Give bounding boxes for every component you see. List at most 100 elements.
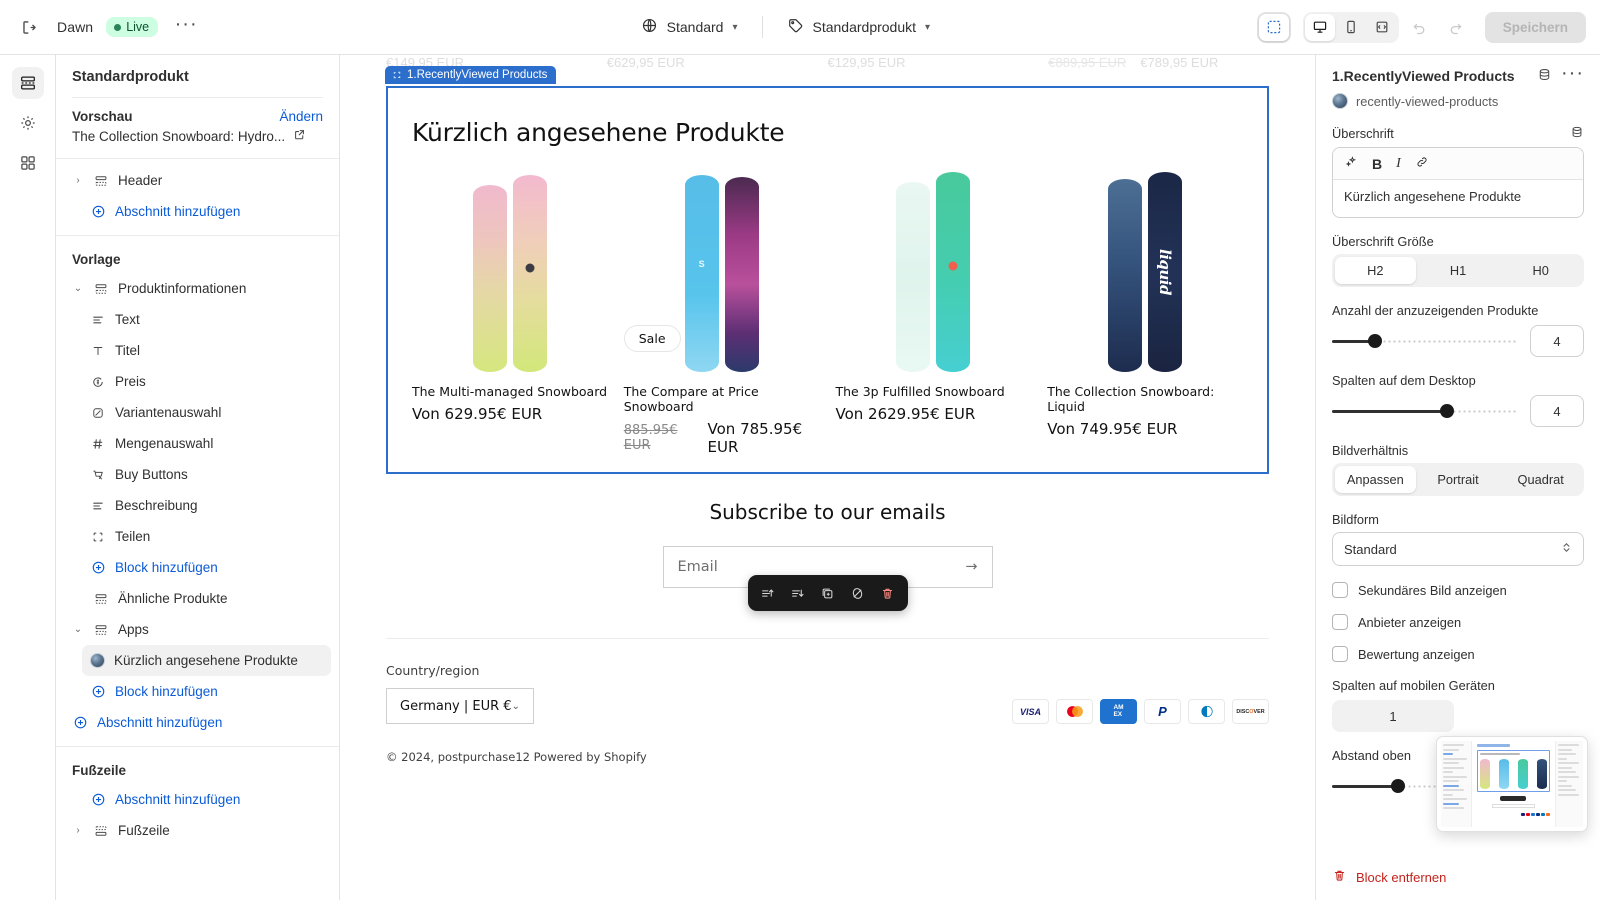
move-down-icon[interactable] xyxy=(784,580,812,606)
image-ratio-portrait[interactable]: Portrait xyxy=(1418,466,1499,493)
sidebar-item-label: Text xyxy=(115,312,140,327)
trash-icon[interactable] xyxy=(874,580,902,606)
price-value: Von 749.95€ EUR xyxy=(1047,420,1178,438)
desktop-columns-slider[interactable] xyxy=(1332,403,1518,419)
sidebar-item-mengenauswahl[interactable]: Mengenauswahl xyxy=(82,428,331,459)
sidebar-item-buy-buttons[interactable]: Buy Buttons xyxy=(82,459,331,490)
checkbox[interactable] xyxy=(1332,646,1348,662)
main-body: Standardprodukt Vorschau Ändern The Coll… xyxy=(0,55,1600,900)
settings-panel: 1.RecentlyViewed Products ··· recently-v… xyxy=(1315,55,1600,900)
sidebar-item-produktinformationen[interactable]: ⌄ Produktinformationen xyxy=(64,273,331,304)
sidebar-item-text[interactable]: Text xyxy=(82,304,331,335)
sidebar-item-preis[interactable]: Preis xyxy=(82,366,331,397)
heading-size-h1[interactable]: H1 xyxy=(1418,257,1499,284)
section-icon xyxy=(93,281,109,297)
add-block-button-apps[interactable]: Block hinzufügen xyxy=(82,676,331,707)
inspector-toggle[interactable] xyxy=(1258,13,1289,41)
remove-block-button[interactable]: Block entfernen xyxy=(1332,868,1446,886)
add-section-button-footer[interactable]: Abschnitt hinzufügen xyxy=(82,784,331,815)
chevron-down-icon[interactable]: ⌄ xyxy=(72,624,84,635)
sparkle-icon[interactable] xyxy=(1344,155,1358,172)
show-rating-checkbox-row[interactable]: Bewertung anzeigen xyxy=(1332,646,1584,662)
product-count-input[interactable]: 4 xyxy=(1530,325,1584,357)
locale-selector[interactable]: Standard ▾ xyxy=(631,11,748,43)
checkbox[interactable] xyxy=(1332,614,1348,630)
product-title[interactable]: The Collection Snowboard: Liquid xyxy=(1047,384,1243,414)
rich-text-editor[interactable]: B I Kürzlich angesehene Produkte xyxy=(1332,147,1584,218)
add-section-button-header[interactable]: Abschnitt hinzufügen xyxy=(82,196,331,227)
sidebar-item-variantenauswahl[interactable]: Variantenauswahl xyxy=(82,397,331,428)
chevron-right-icon[interactable]: › xyxy=(72,825,84,836)
product-count-slider[interactable] xyxy=(1332,333,1518,349)
arrow-right-icon[interactable]: → xyxy=(965,559,977,575)
chevron-right-icon[interactable]: › xyxy=(72,175,84,186)
image-shape-select[interactable]: Standard xyxy=(1332,532,1584,566)
sidebar-item-teilen[interactable]: Teilen xyxy=(82,521,331,552)
hide-eye-icon[interactable] xyxy=(844,580,872,606)
redo-icon[interactable] xyxy=(1441,12,1471,42)
product-card[interactable]: liquid The Collection Snowboard: Liquid … xyxy=(1047,169,1243,456)
sidebar-item-header[interactable]: › Header xyxy=(64,165,331,196)
product-card[interactable]: The Multi-managed Snowboard Von 629.95€ … xyxy=(412,169,608,456)
database-icon[interactable] xyxy=(1570,125,1584,142)
sidebar-item-apps[interactable]: ⌄ Apps xyxy=(64,614,331,645)
live-label: Live xyxy=(126,20,150,34)
sidebar-item-label: Variantenauswahl xyxy=(115,405,222,420)
mobile-columns-input[interactable]: 1 xyxy=(1332,700,1454,732)
canvas-wrapper: €149,95 EUR €629,95 EUR €129,95 EUR €889… xyxy=(340,55,1315,900)
selected-section[interactable]: 1.RecentlyViewed Products Kürzlich anges… xyxy=(385,66,1269,474)
country-region-select[interactable]: Germany | EUR € ⌄ xyxy=(386,688,534,724)
database-icon[interactable] xyxy=(1537,67,1552,85)
duplicate-icon[interactable] xyxy=(814,580,842,606)
header-group: › Header Abschnitt hinzufügen xyxy=(56,159,339,235)
move-up-icon[interactable] xyxy=(754,580,782,606)
show-vendor-checkbox-row[interactable]: Anbieter anzeigen xyxy=(1332,614,1584,630)
external-link-icon[interactable] xyxy=(293,128,306,144)
italic-button[interactable]: I xyxy=(1396,156,1401,172)
secondary-image-checkbox-row[interactable]: Sekundäres Bild anzeigen xyxy=(1332,582,1584,598)
heading-size-h2[interactable]: H2 xyxy=(1335,257,1416,284)
sidebar-item-fusszeile[interactable]: › Fußzeile xyxy=(64,815,331,846)
exit-icon[interactable] xyxy=(14,12,44,42)
sidebar-item-titel[interactable]: Titel xyxy=(82,335,331,366)
sidebar-item-label: Mengenauswahl xyxy=(115,436,214,451)
apps-rail-button[interactable] xyxy=(12,147,44,179)
product-card[interactable]: The 3p Fulfilled Snowboard Von 2629.95€ … xyxy=(836,169,1032,456)
preview-change-link[interactable]: Ändern xyxy=(279,109,323,124)
spacing-top-label: Abstand oben xyxy=(1332,748,1411,763)
link-icon[interactable] xyxy=(1415,155,1429,172)
text-lines-icon xyxy=(90,312,106,328)
ellipsis-icon[interactable]: ··· xyxy=(171,12,201,42)
desktop-view-button[interactable] xyxy=(1304,13,1335,41)
fullscreen-view-button[interactable] xyxy=(1367,14,1397,41)
sidebar-item-aehnliche-produkte[interactable]: › Ähnliche Produkte xyxy=(64,583,331,614)
add-section-button-template[interactable]: Abschnitt hinzufügen xyxy=(64,707,331,738)
mobile-columns-group: Spalten auf mobilen Geräten 1 xyxy=(1332,678,1584,732)
product-card[interactable]: S Sale The Compare at Price Snowboard 88… xyxy=(623,169,820,456)
price-value: Von 785.95€ EUR xyxy=(707,420,803,456)
image-ratio-anpassen[interactable]: Anpassen xyxy=(1335,466,1416,493)
checkbox[interactable] xyxy=(1332,582,1348,598)
sidebar-item-label: Header xyxy=(118,173,163,188)
product-title[interactable]: The Compare at Price Snowboard xyxy=(624,384,820,414)
mobile-view-button[interactable] xyxy=(1336,14,1366,41)
bold-button[interactable]: B xyxy=(1372,156,1382,172)
desktop-columns-input[interactable]: 4 xyxy=(1530,395,1584,427)
image-ratio-quadrat[interactable]: Quadrat xyxy=(1500,466,1581,493)
inspector-toggle-wrap xyxy=(1256,11,1291,43)
heading-size-h0[interactable]: H0 xyxy=(1500,257,1581,284)
template-selector[interactable]: Standardprodukt ▾ xyxy=(777,11,941,43)
product-title[interactable]: The 3p Fulfilled Snowboard xyxy=(836,384,1032,399)
settings-rail-button[interactable] xyxy=(12,107,44,139)
sidebar-item-beschreibung[interactable]: Beschreibung xyxy=(82,490,331,521)
product-title[interactable]: The Multi-managed Snowboard xyxy=(412,384,608,399)
undo-icon[interactable] xyxy=(1405,12,1435,42)
sidebar-item-recently-viewed-products[interactable]: Kürzlich angesehene Produkte xyxy=(82,645,331,676)
add-block-button-produktinfo[interactable]: Block hinzufügen xyxy=(82,552,331,583)
app-source-row: recently-viewed-products xyxy=(1332,93,1584,109)
ellipsis-icon[interactable]: ··· xyxy=(1561,63,1584,83)
chevron-down-icon[interactable]: ⌄ xyxy=(72,283,84,294)
heading-input-value[interactable]: Kürzlich angesehene Produkte xyxy=(1333,180,1583,217)
save-button[interactable]: Speichern xyxy=(1484,11,1586,43)
sections-rail-button[interactable] xyxy=(11,67,44,99)
